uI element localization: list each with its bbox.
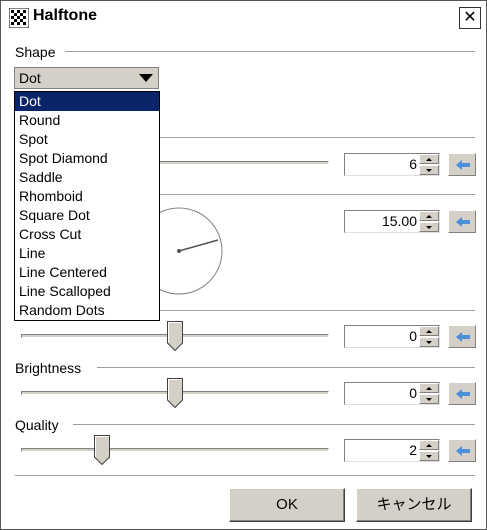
angle-dial[interactable] — [159, 206, 223, 296]
quality-divider — [73, 424, 475, 426]
window-title: Halftone — [33, 7, 97, 24]
angle-value[interactable]: 15.00 — [382, 213, 417, 229]
contrast-slider-thumb[interactable] — [167, 321, 183, 351]
contrast-value[interactable]: 0 — [409, 328, 417, 344]
shape-option[interactable]: Rhomboid — [15, 187, 159, 206]
contrast-spin-down[interactable] — [419, 337, 439, 347]
size-spin-up[interactable] — [419, 154, 439, 164]
quality-reset-button[interactable] — [448, 439, 476, 462]
shape-option[interactable]: Random Dots — [15, 301, 159, 320]
title-bar[interactable]: Halftone ✕ — [2, 2, 485, 32]
size-spinbox[interactable]: 6 — [344, 153, 440, 176]
contrast-divider — [159, 310, 475, 312]
arrow-left-icon — [456, 160, 470, 170]
angle-center — [177, 249, 181, 253]
quality-slider-track[interactable] — [21, 448, 329, 452]
cancel-button[interactable]: キャンセル — [356, 488, 472, 522]
contrast-spinbox[interactable]: 0 — [344, 325, 440, 348]
quality-spin-down[interactable] — [419, 451, 439, 461]
brightness-slider-thumb[interactable] — [167, 378, 183, 408]
brightness-value[interactable]: 0 — [409, 385, 417, 401]
bottom-divider — [15, 475, 475, 477]
shape-option[interactable]: Square Dot — [15, 206, 159, 225]
arrow-left-icon — [456, 446, 470, 456]
shape-option[interactable]: Dot — [15, 92, 159, 111]
size-slider-track[interactable] — [159, 161, 329, 165]
arrow-left-icon — [456, 389, 470, 399]
arrow-left-icon — [456, 217, 470, 227]
shape-option[interactable]: Spot Diamond — [15, 149, 159, 168]
angle-spin-up[interactable] — [419, 211, 439, 221]
shape-option[interactable]: Line Scalloped — [15, 282, 159, 301]
halftone-dialog: Halftone ✕ Shape Dot 6 15.00 0 Brightnes… — [0, 0, 487, 530]
shape-option[interactable]: Line — [15, 244, 159, 263]
angle-divider — [159, 194, 475, 196]
quality-spinbox[interactable]: 2 — [344, 439, 440, 462]
close-icon: ✕ — [463, 9, 477, 26]
brightness-spin-up[interactable] — [419, 383, 439, 393]
size-divider — [159, 137, 475, 139]
contrast-reset-button[interactable] — [448, 325, 476, 348]
app-icon — [9, 8, 29, 28]
brightness-spin-down[interactable] — [419, 394, 439, 404]
quality-spin-up[interactable] — [419, 440, 439, 450]
size-value[interactable]: 6 — [409, 156, 417, 172]
arrow-left-icon — [456, 332, 470, 342]
contrast-spin-up[interactable] — [419, 326, 439, 336]
shape-option[interactable]: Line Centered — [15, 263, 159, 282]
brightness-spinbox[interactable]: 0 — [344, 382, 440, 405]
shape-option[interactable]: Cross Cut — [15, 225, 159, 244]
size-reset-button[interactable] — [448, 153, 476, 176]
shape-selected-value: Dot — [19, 70, 41, 86]
quality-slider-thumb[interactable] — [94, 435, 110, 465]
angle-reset-button[interactable] — [448, 210, 476, 233]
brightness-divider — [97, 367, 475, 369]
shape-option[interactable]: Round — [15, 111, 159, 130]
shape-label: Shape — [15, 44, 56, 60]
close-button[interactable]: ✕ — [459, 7, 481, 29]
angle-spin-down[interactable] — [419, 222, 439, 232]
angle-needle — [178, 239, 219, 252]
shape-divider — [65, 51, 475, 53]
shape-option[interactable]: Spot — [15, 130, 159, 149]
size-spin-down[interactable] — [419, 165, 439, 175]
shape-option[interactable]: Saddle — [15, 168, 159, 187]
shape-combobox[interactable]: Dot — [14, 67, 159, 89]
quality-label: Quality — [15, 417, 59, 433]
shape-dropdown-list[interactable]: Dot Round Spot Spot Diamond Saddle Rhomboid Sq… — [14, 91, 160, 321]
quality-value[interactable]: 2 — [409, 442, 417, 458]
ok-button[interactable]: OK — [229, 488, 345, 522]
brightness-label: Brightness — [15, 360, 82, 376]
brightness-reset-button[interactable] — [448, 382, 476, 405]
chevron-down-icon[interactable] — [139, 74, 153, 82]
angle-spinbox[interactable]: 15.00 — [344, 210, 440, 233]
